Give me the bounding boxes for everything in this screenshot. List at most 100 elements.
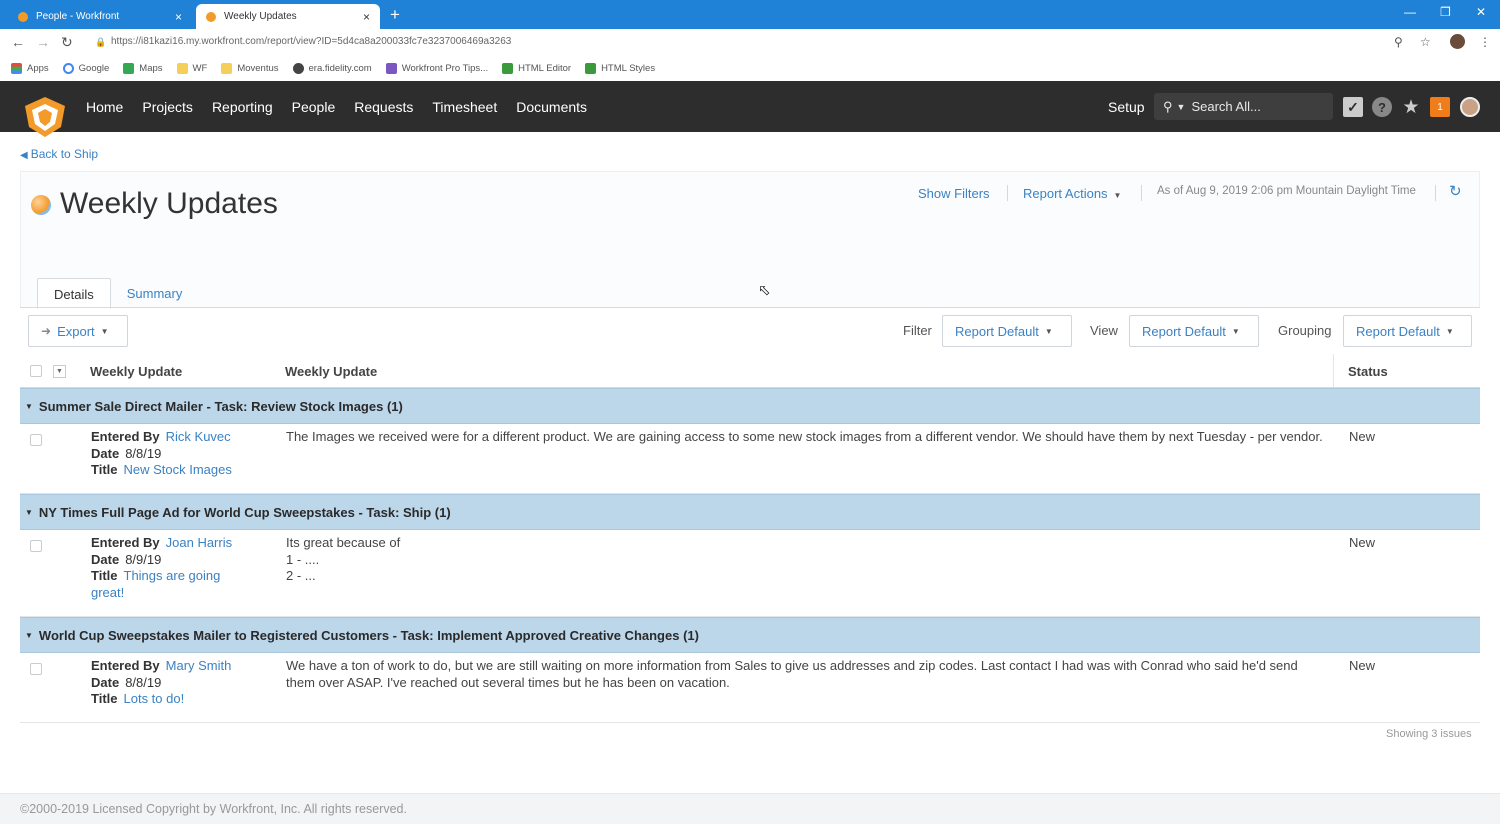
divider [1333,354,1334,387]
divider [1141,185,1142,201]
bookmark-moventus[interactable]: Moventus [221,63,279,74]
reload-icon[interactable]: ↻ [61,34,73,51]
group-header[interactable]: ▼ Summer Sale Direct Mailer - Task: Revi… [20,388,1480,424]
nav-reporting[interactable]: Reporting [212,99,273,115]
main-nav: Home Projects Reporting People Requests … [86,99,606,115]
tab-summary[interactable]: Summary [111,278,199,309]
new-tab-icon[interactable]: + [390,5,400,25]
grouping-dropdown[interactable]: Report Default ▼ [1343,315,1472,347]
chevron-down-icon: ▼ [100,326,109,336]
nav-documents[interactable]: Documents [516,99,587,115]
update-text: Its great because of 1 - .... 2 - ... [286,535,401,583]
entered-by-link[interactable]: Joan Harris [166,535,232,550]
back-arrow-icon[interactable]: ← [11,34,25,50]
tab-title: People - Workfront [36,11,120,22]
column-header[interactable]: Weekly Update [285,364,377,379]
group-header[interactable]: ▼ World Cup Sweepstakes Mailer to Regist… [20,617,1480,653]
title-link[interactable]: Lots to do! [124,691,185,706]
browser-profile-avatar[interactable] [1450,34,1465,49]
status-value: New [1349,535,1376,550]
grouping-label: Grouping [1278,323,1332,338]
checkmark-icon[interactable]: ✓ [1343,97,1363,117]
mouse-cursor-icon: ⬁ [758,282,771,299]
collapse-caret-icon[interactable]: ▼ [25,631,33,640]
divider [1007,185,1008,201]
workfront-favicon-icon [18,11,28,22]
bookmark-wf[interactable]: WF [176,63,207,74]
show-filters-link[interactable]: Show Filters [918,186,990,201]
view-dropdown[interactable]: Report Default ▼ [1129,315,1259,347]
update-text: We have a ton of work to do, but we are … [286,658,1298,690]
notification-icon[interactable]: 1 [1430,97,1450,117]
select-all-checkbox[interactable] [30,365,42,377]
row-checkbox[interactable] [30,434,42,446]
bookmark-html-editor[interactable]: HTML Editor [502,63,571,74]
browser-tabstrip: People - Workfront × Weekly Updates × + … [0,0,1500,29]
nav-projects[interactable]: Projects [142,99,193,115]
row-checkbox[interactable] [30,663,42,675]
bookmark-apps[interactable]: Apps [11,63,49,74]
tab-close-icon[interactable]: × [175,10,182,24]
entered-by-link[interactable]: Rick Kuvec [166,429,231,444]
chevron-down-icon[interactable]: ▼ [53,365,66,378]
bookmark-html-styles[interactable]: HTML Styles [585,63,655,74]
page-title: Weekly Updates [60,187,278,220]
divider [20,307,1480,308]
table-row[interactable]: Entered By Joan Harris Date 8/9/19 Title Th… [20,530,1480,617]
menu-dots-icon[interactable]: ⋮ [1479,35,1491,49]
column-header[interactable]: Weekly Update [90,364,182,379]
date-value: 8/8/19 [125,445,162,461]
help-icon[interactable]: ? [1372,97,1392,117]
title-link[interactable]: New Stock Images [124,462,232,477]
favorites-star-icon[interactable]: ★ [1401,97,1421,118]
tab-title: Weekly Updates [224,11,297,22]
back-to-ship-link[interactable]: ◀ Back to Ship [20,147,98,161]
collapse-caret-icon[interactable]: ▼ [25,402,33,411]
chevron-down-icon[interactable]: ▼ [1177,102,1186,112]
status-value: New [1349,658,1376,673]
search-all-input[interactable]: ⚲ ▼ Search All... [1154,93,1333,120]
export-button[interactable]: ➜ Export ▼ [28,315,128,347]
row-checkbox[interactable] [30,540,42,552]
setup-link[interactable]: Setup [1108,99,1145,115]
table-row[interactable]: Entered By Rick Kuvec Date 8/8/19 Title New… [20,424,1480,494]
filter-dropdown[interactable]: Report Default ▼ [942,315,1072,347]
report-actions-dropdown[interactable]: Report Actions ▼ [1023,186,1121,201]
row-meta: Entered By Rick Kuvec Date 8/8/19 Title New… [91,429,232,477]
chevron-down-icon: ▼ [1445,326,1454,336]
chevron-down-icon: ▼ [1044,326,1053,336]
nav-home[interactable]: Home [86,99,123,115]
url-field[interactable]: https://i81kazi16.my.workfront.com/repor… [111,36,511,47]
group-header[interactable]: ▼ NY Times Full Page Ad for World Cup Sw… [20,494,1480,530]
bookmark-maps[interactable]: Maps [123,63,163,74]
collapse-caret-icon[interactable]: ▼ [25,508,33,517]
table-row[interactable]: Entered By Mary Smith Date 8/8/19 Title Lot… [20,653,1480,723]
minimize-icon[interactable]: — [1404,5,1416,19]
nav-people[interactable]: People [292,99,336,115]
nav-requests[interactable]: Requests [354,99,413,115]
workfront-lion-logo-icon[interactable] [21,95,69,139]
browser-tab-weekly-updates[interactable]: Weekly Updates × [196,4,380,29]
bookmark-fidelity[interactable]: era.fidelity.com [292,63,372,74]
star-icon[interactable]: ☆ [1420,35,1431,49]
search-icon: ⚲ [1163,98,1173,114]
column-header-status[interactable]: Status [1348,364,1388,379]
entered-by-link[interactable]: Mary Smith [166,658,232,673]
refresh-icon[interactable]: ↻ [1449,182,1462,200]
filter-label: Filter [903,323,932,338]
tab-close-icon[interactable]: × [363,10,370,24]
nav-timesheet[interactable]: Timesheet [432,99,497,115]
date-value: 8/8/19 [125,674,162,690]
chevron-down-icon: ▼ [1231,326,1240,336]
user-avatar[interactable] [1460,97,1480,117]
close-window-icon[interactable]: ✕ [1476,5,1486,19]
bookmark-google[interactable]: Google [62,63,109,74]
html-editor-icon [502,63,514,74]
tab-details[interactable]: Details [37,278,111,309]
browser-tab-people[interactable]: People - Workfront × [8,4,192,29]
zoom-icon[interactable]: ⚲ [1394,35,1403,49]
date-value: 8/9/19 [125,551,162,567]
forward-arrow-icon[interactable]: → [36,34,50,50]
restore-icon[interactable]: ❐ [1440,5,1451,19]
bookmark-workfront-tips[interactable]: Workfront Pro Tips... [385,63,488,74]
